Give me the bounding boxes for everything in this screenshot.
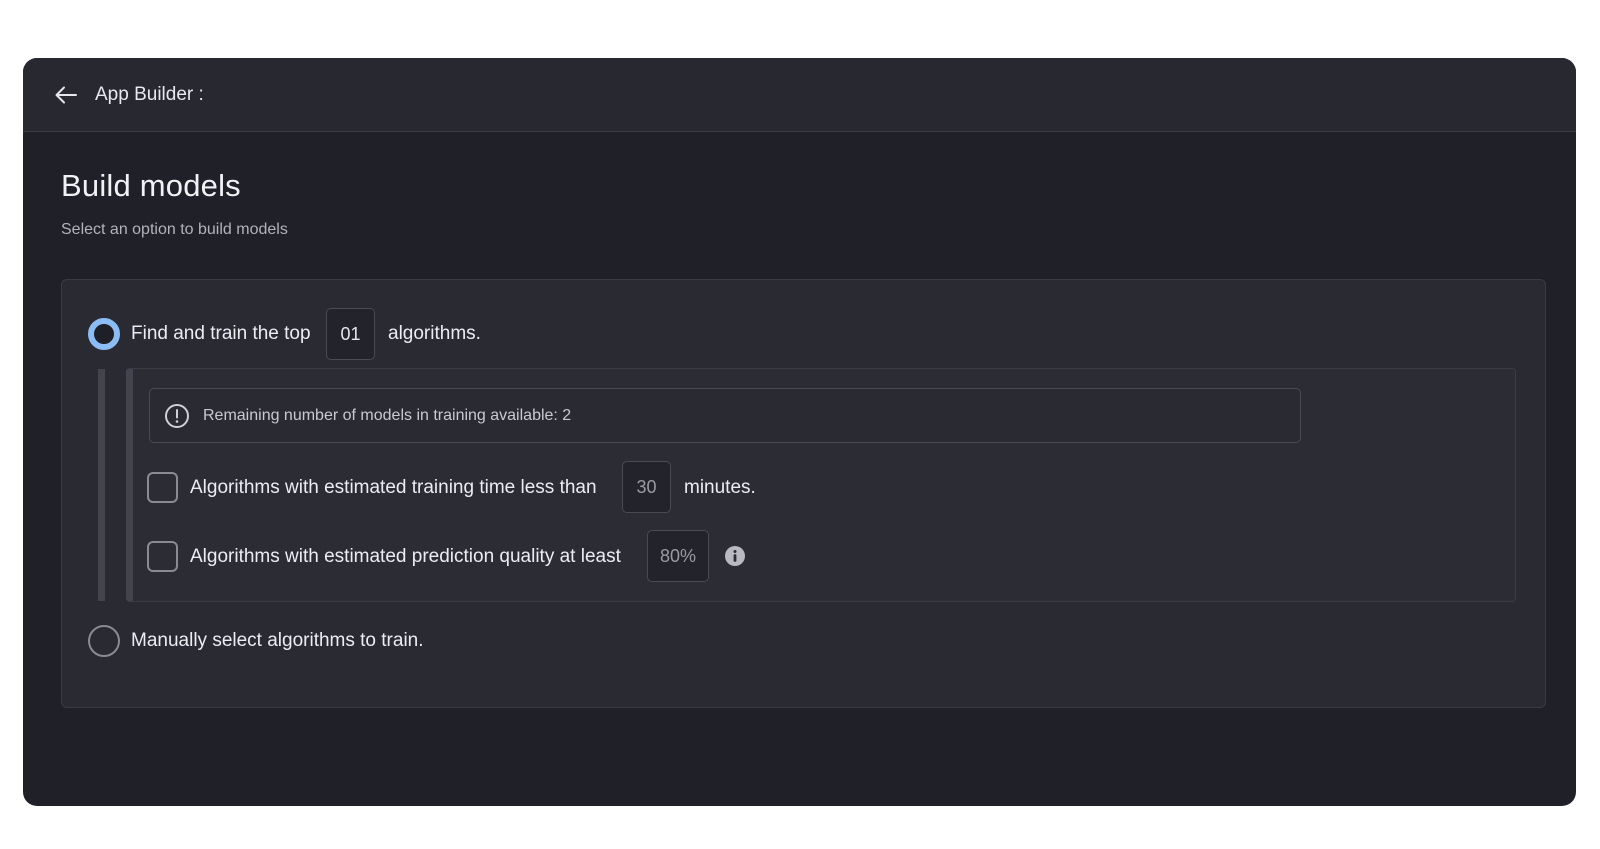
find-top-settings-panel: Remaining number of models in training a… [126,368,1516,602]
find-top-label: Find and train the top [131,323,311,344]
remaining-models-text: Remaining number of models in training a… [203,406,572,424]
find-top-suffix: algorithms. [388,323,481,344]
back-button[interactable] [53,82,79,108]
checkbox-prediction-quality[interactable] [147,541,178,572]
option-group-indicator [98,369,105,601]
header-bar: App Builder : [23,58,1576,132]
radio-manual-select[interactable] [88,625,120,657]
training-time-suffix: minutes. [684,477,756,498]
top-count-input[interactable] [326,308,375,360]
page-title: Build models [61,168,241,203]
arrow-left-icon [55,86,77,103]
training-time-input[interactable] [622,461,671,513]
info-circle-icon[interactable] [724,545,746,567]
app-window: App Builder : Build models Select an opt… [23,58,1576,806]
header-title: App Builder : [95,83,204,105]
training-time-label: Algorithms with estimated training time … [190,477,597,498]
page-subtitle: Select an option to build models [61,221,288,238]
prediction-quality-input[interactable] [647,530,709,582]
remaining-models-banner: Remaining number of models in training a… [149,388,1301,443]
exclamation-circle-icon [165,403,189,428]
checkbox-training-time[interactable] [147,472,178,503]
main-content: Build models Select an option to build m… [23,168,1576,708]
build-options-card: Find and train the top algorithms. Remai… [61,279,1546,708]
radio-find-top[interactable] [88,318,120,350]
prediction-quality-label: Algorithms with estimated prediction qua… [190,546,621,567]
manual-select-label: Manually select algorithms to train. [131,630,424,651]
